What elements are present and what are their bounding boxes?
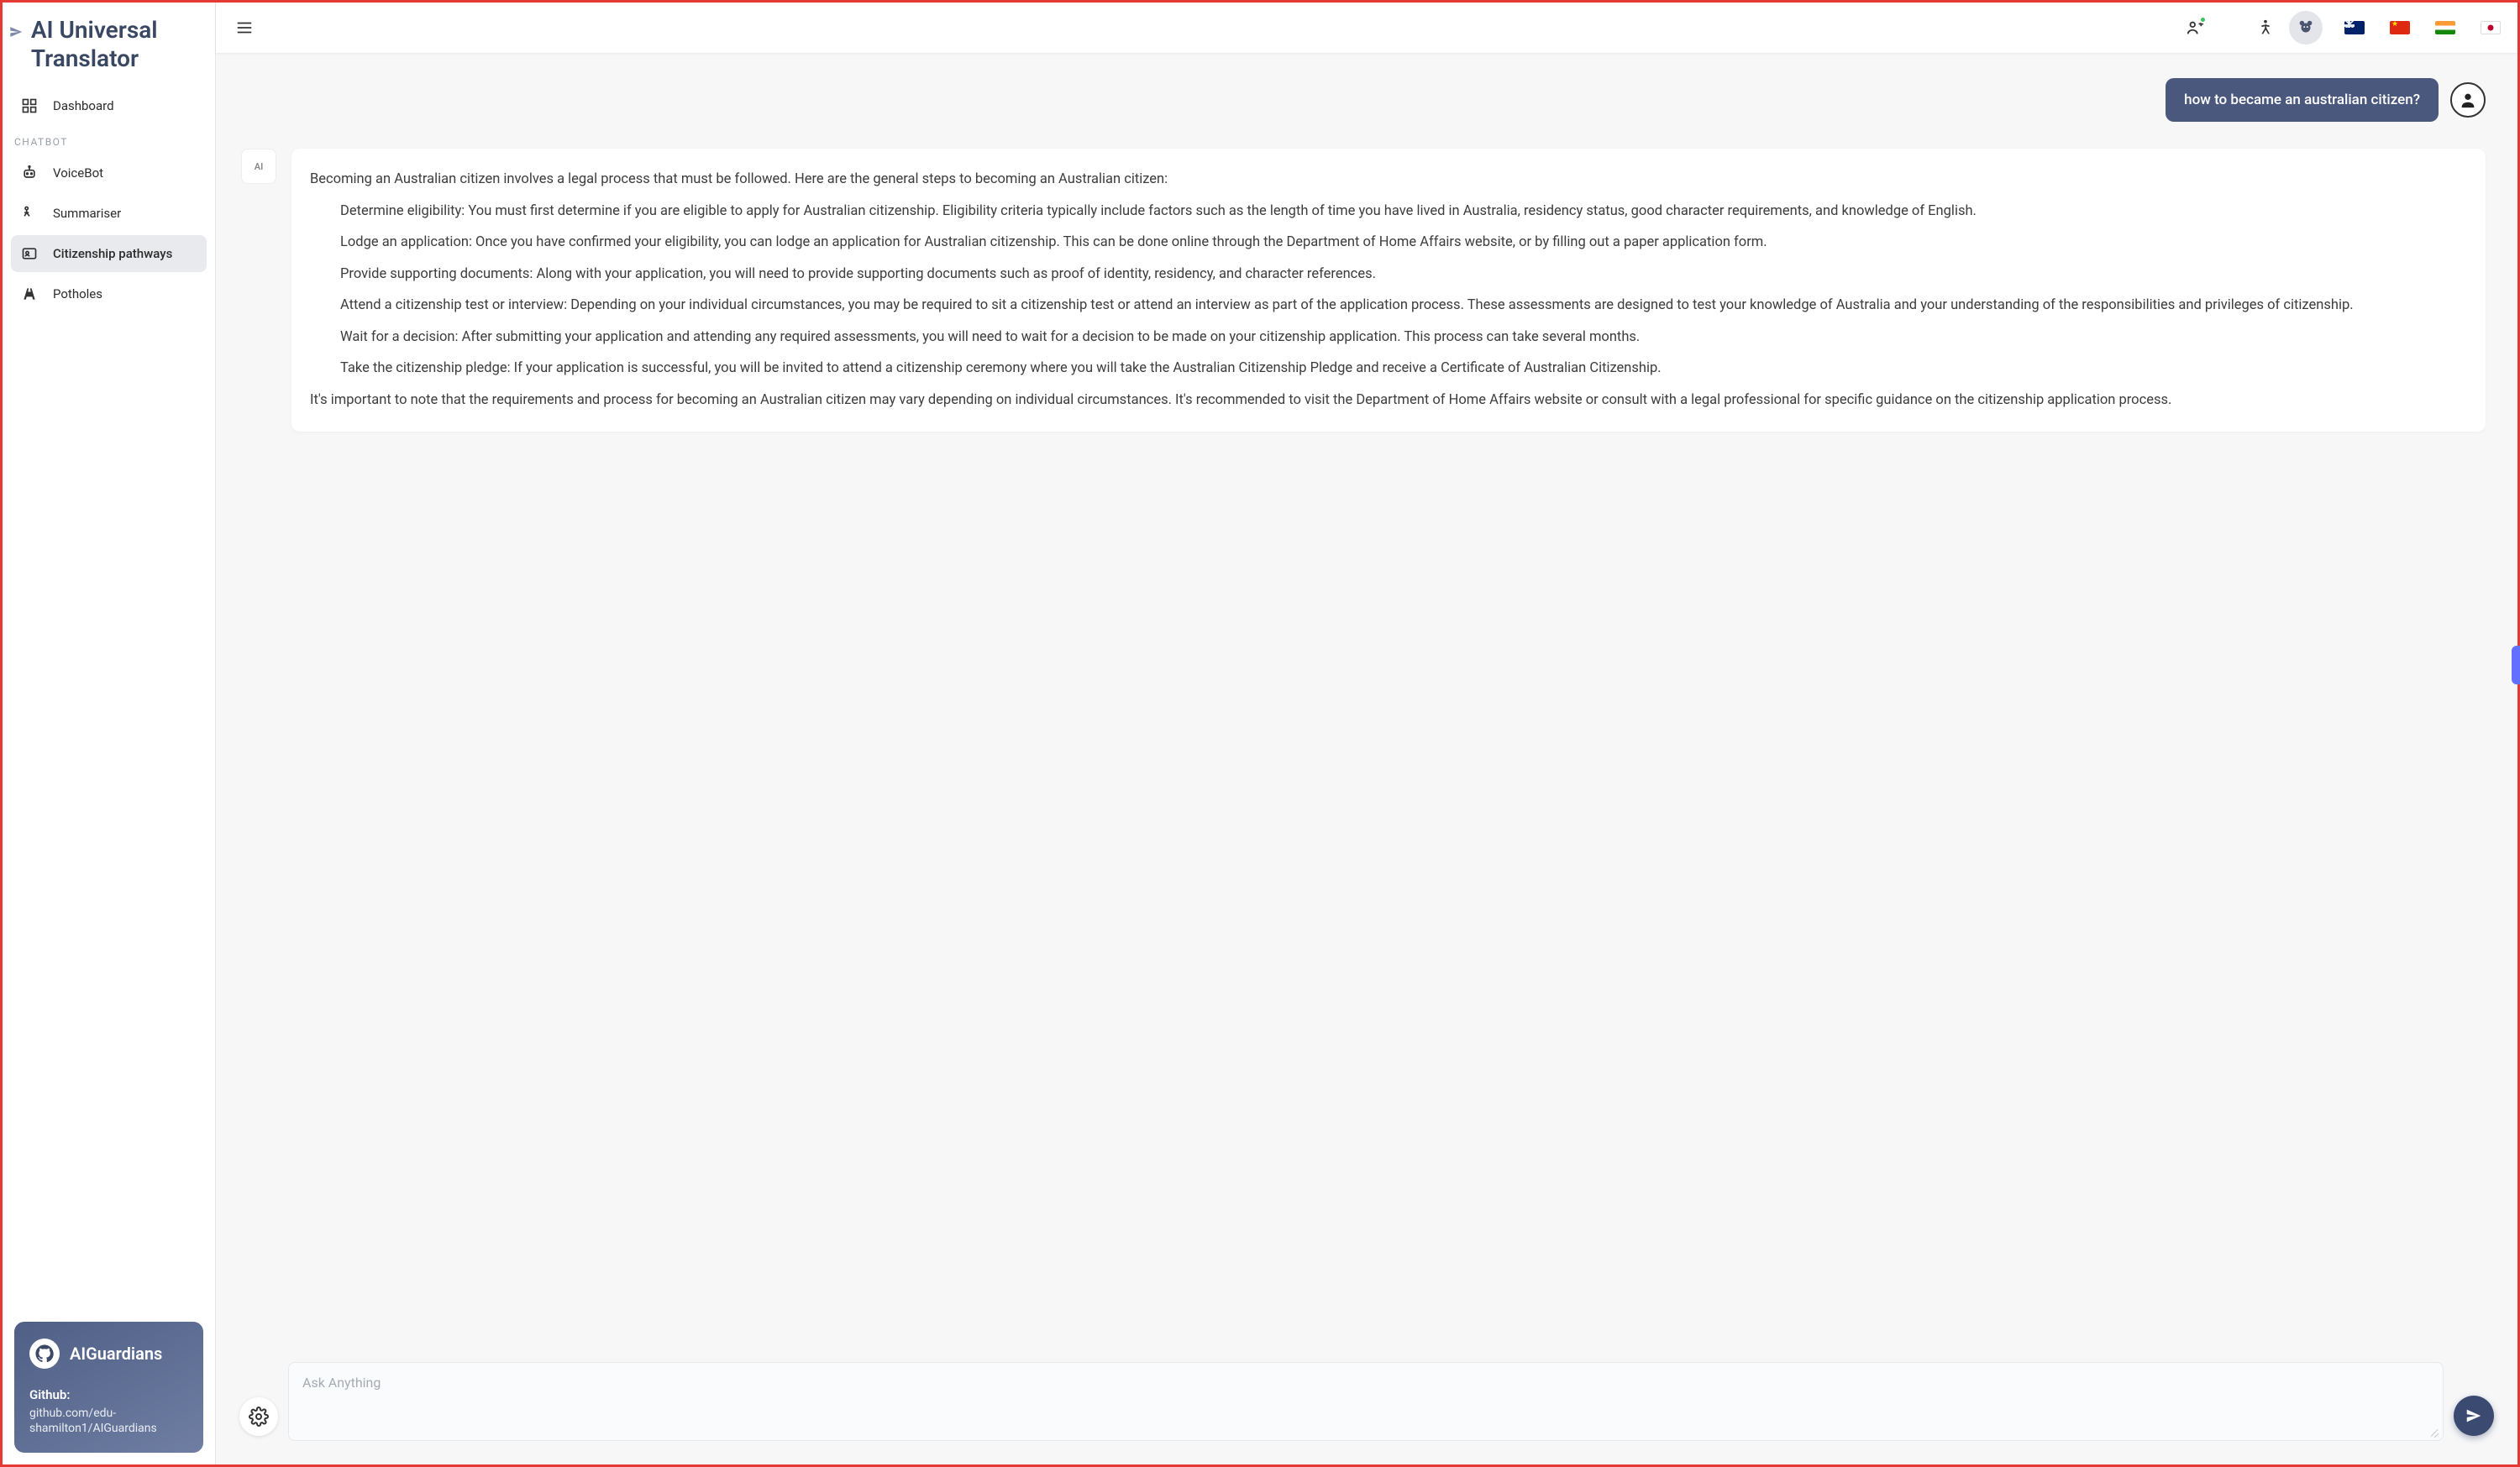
chat-input-container [288,1362,2444,1441]
bot-outro-text: It's important to note that the requirem… [310,390,2467,411]
footer-card: AIGuardians Github: github.com/edu- sham… [14,1322,203,1453]
bot-step: Lodge an application: Once you have conf… [310,232,2467,254]
add-user-button[interactable] [2178,11,2212,45]
bot-step: Wait for a decision: After submitting yo… [310,327,2467,348]
hamburger-icon [235,18,254,37]
main: how to became an australian citizen? AI … [216,3,2517,1464]
sidebar-item-voicebot[interactable]: VoiceBot [11,155,207,191]
dashboard-icon [21,97,38,114]
sidebar-item-potholes[interactable]: Potholes [11,275,207,312]
user-icon [2459,91,2477,109]
gear-icon [249,1407,269,1427]
sidebar-item-dashboard[interactable]: Dashboard [11,87,207,124]
menu-toggle-button[interactable] [228,11,261,45]
teddy-icon [2297,18,2315,37]
brand: AI Universal Translator [3,8,215,87]
user-avatar [2450,82,2486,118]
brand-icon [9,23,23,41]
settings-button[interactable] [239,1397,278,1436]
summariser-icon [21,205,38,222]
topbar [216,3,2517,53]
github-icon [29,1339,60,1369]
bot-avatar: AI [241,149,276,184]
footer-github-label: Github: [29,1387,188,1402]
chat-scroll[interactable]: how to became an australian citizen? AI … [216,53,2517,1350]
footer-github-link[interactable]: github.com/edu- shamilton1/AIGuardians [29,1406,188,1436]
accessibility-icon [2256,18,2275,37]
sidebar-item-summariser[interactable]: Summariser [11,195,207,232]
send-button[interactable] [2454,1396,2494,1436]
user-message-bubble: how to became an australian citizen? [2166,78,2439,122]
flag-jp[interactable] [2481,21,2501,34]
road-icon [21,286,38,302]
bot-step: Attend a citizenship test or interview: … [310,295,2467,317]
resize-handle-icon[interactable] [2429,1427,2439,1437]
flag-in[interactable] [2435,21,2455,34]
flag-au[interactable] [2344,21,2365,34]
sidebar-item-label: VoiceBot [53,165,103,181]
bot-message-card: Becoming an Australian citizen involves … [291,149,2486,432]
sidebar-item-label: Citizenship pathways [53,246,172,261]
accessibility-button[interactable] [2249,11,2282,45]
sidebar-item-label: Summariser [53,206,121,221]
id-card-icon [21,245,38,262]
user-message-row: how to became an australian citizen? [241,78,2486,122]
bot-step: Take the citizenship pledge: If your app… [310,358,2467,380]
status-badge [2199,16,2207,24]
bot-step: Determine eligibility: You must first de… [310,201,2467,223]
bot-intro-text: Becoming an Australian citizen involves … [310,169,2467,191]
composer [216,1350,2517,1464]
sidebar-item-citizenship[interactable]: Citizenship pathways [11,235,207,272]
robot-icon [21,165,38,181]
bot-message-row: AI Becoming an Australian citizen involv… [241,149,2486,432]
sidebar-section-label: CHATBOT [3,124,215,155]
flag-cn[interactable] [2390,21,2410,34]
sidebar-item-label: Potholes [53,286,102,301]
side-handle[interactable] [2512,646,2520,684]
send-icon [2465,1407,2483,1425]
kids-mode-button[interactable] [2289,11,2323,45]
sidebar: AI Universal Translator Dashboard CHATBO… [3,3,216,1464]
footer-card-title: AIGuardians [70,1344,162,1364]
sidebar-item-label: Dashboard [53,98,114,113]
bot-step: Provide supporting documents: Along with… [310,264,2467,286]
brand-title: AI Universal Translator [31,16,203,72]
chat-input[interactable] [302,1375,2429,1425]
